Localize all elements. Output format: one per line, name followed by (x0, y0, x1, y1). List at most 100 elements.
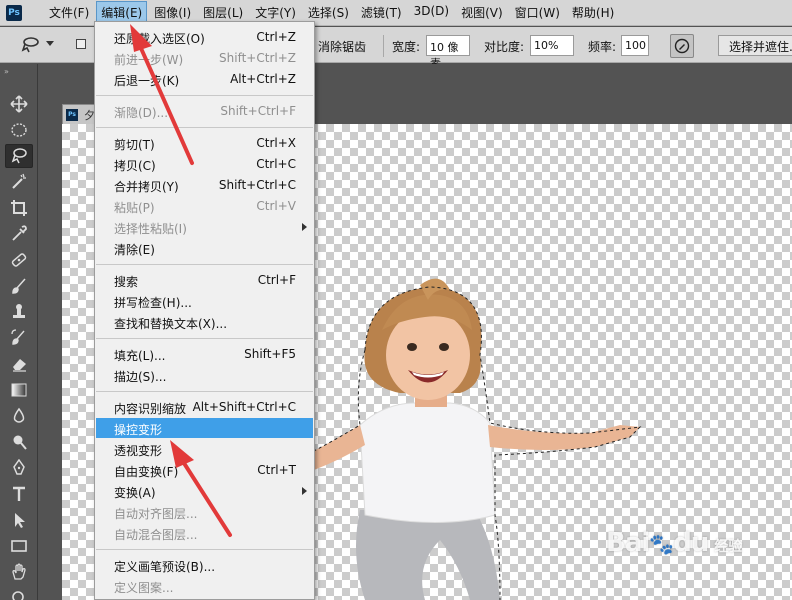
menu-item-9[interactable]: 窗口(W) (510, 1, 565, 24)
new-selection-icon[interactable] (76, 39, 86, 49)
panel-collapse-icon[interactable]: » (4, 67, 9, 76)
contrast-input[interactable]: 10% (530, 35, 574, 56)
menu-item-shortcut: Ctrl+T (257, 463, 296, 477)
gradient-icon (11, 383, 27, 397)
menu-item-shortcut: Shift+Ctrl+F (220, 104, 296, 118)
tool-clone-stamp[interactable] (5, 300, 33, 324)
blur-icon (13, 407, 25, 423)
edit-menu-item-28[interactable]: 定义画笔预设(B)... (96, 555, 313, 575)
healing-brush-icon (11, 253, 27, 267)
menu-item-label: 定义画笔预设(B)... (114, 560, 216, 574)
edit-menu-item-0[interactable]: 还原载入选区(O) Ctrl+Z (96, 27, 313, 47)
tool-dodge[interactable] (5, 430, 33, 454)
frequency-input[interactable]: 100 (621, 35, 649, 56)
edit-menu-item-2[interactable]: 后退一步(K) Alt+Ctrl+Z (96, 69, 313, 89)
select-and-mask-button[interactable]: 选择并遮住... (718, 35, 792, 56)
tool-magic-wand[interactable] (5, 170, 33, 194)
edit-menu-dropdown: 还原载入选区(O) Ctrl+Z 前进一步(W) Shift+Ctrl+Z 后退一步(K… (94, 21, 315, 600)
menu-item-10[interactable]: 帮助(H) (567, 1, 619, 24)
magnetic-lasso-icon[interactable] (20, 36, 40, 54)
tool-blur[interactable] (5, 404, 33, 428)
edit-menu-item-11[interactable]: 清除(E) (96, 238, 313, 258)
edit-menu-item-18[interactable]: 描边(S)... (96, 365, 313, 385)
tool-hand[interactable] (5, 560, 33, 584)
zoom-icon (12, 591, 24, 600)
edit-menu-item-1[interactable]: 前进一步(W) Shift+Ctrl+Z (96, 48, 313, 68)
edit-menu-item-24[interactable]: 变换(A) (96, 481, 313, 501)
edit-menu-item-4[interactable]: 渐隐(D)... Shift+Ctrl+F (96, 101, 313, 121)
tool-healing-brush[interactable] (5, 248, 33, 272)
edit-menu-item-20[interactable]: 内容识别缩放 Alt+Shift+Ctrl+C (96, 397, 313, 417)
menu-item-label: 选择性粘贴(I) (114, 222, 187, 236)
width-input[interactable]: 10 像素 (426, 35, 470, 70)
antialias-label[interactable]: 消除锯齿 (318, 38, 366, 55)
menu-item-shortcut: Ctrl+Z (256, 30, 296, 44)
edit-menu-item-25[interactable]: 自动对齐图层... (96, 502, 313, 522)
watermark-text: Bai (606, 528, 650, 558)
menu-item-0[interactable]: 文件(F) (44, 1, 94, 24)
edit-menu-item-7[interactable]: 拷贝(C) Ctrl+C (96, 154, 313, 174)
menu-item-label: 定义图案... (114, 581, 174, 595)
rectangle-icon (11, 540, 27, 552)
menu-item-7[interactable]: 3D(D) (409, 1, 454, 24)
elliptical-marquee-icon (11, 123, 27, 137)
menu-item-label: 描边(S)... (114, 370, 167, 384)
tool-rectangle[interactable] (5, 534, 33, 558)
edit-menu-item-6[interactable]: 剪切(T) Ctrl+X (96, 133, 313, 153)
menu-item-6[interactable]: 滤镜(T) (356, 1, 407, 24)
edit-menu-item-9[interactable]: 粘贴(P) Ctrl+V (96, 196, 313, 216)
magic-wand-icon (12, 173, 26, 189)
menu-item-label: 拷贝(C) (114, 159, 156, 173)
menu-item-shortcut: Shift+Ctrl+C (218, 178, 296, 192)
tool-crop[interactable] (5, 196, 33, 220)
tool-eyedropper[interactable] (5, 222, 33, 246)
tool-brush[interactable] (5, 274, 33, 298)
menu-item-label: 拼写检查(H)... (114, 296, 192, 310)
menu-item-shortcut: Alt+Ctrl+Z (230, 72, 296, 86)
edit-menu-item-29[interactable]: 定义图案... (96, 576, 313, 596)
menu-item-8[interactable]: 视图(V) (456, 1, 508, 24)
tool-zoom[interactable] (5, 586, 33, 600)
photoshop-logo: Ps (6, 4, 22, 21)
tool-history-brush[interactable] (5, 326, 33, 350)
menu-item-shortcut: Ctrl+V (256, 199, 296, 213)
menu-item-label: 内容识别缩放 (114, 402, 187, 416)
tool-type[interactable] (5, 482, 33, 506)
menu-item-label: 查找和替换文本(X)... (114, 317, 228, 331)
edit-menu-item-13[interactable]: 搜索 Ctrl+F (96, 270, 313, 290)
tool-magnetic-lasso[interactable] (5, 144, 33, 168)
edit-menu-item-26[interactable]: 自动混合图层... (96, 523, 313, 543)
type-icon (13, 486, 25, 501)
tool-gradient[interactable] (5, 378, 33, 402)
options-divider (383, 35, 384, 57)
tool-eraser[interactable] (5, 352, 33, 376)
menu-item-label: 后退一步(K) (114, 74, 180, 88)
brush-icon (12, 278, 26, 294)
edit-menu-item-22[interactable]: 透视变形 (96, 439, 313, 459)
edit-menu-item-14[interactable]: 拼写检查(H)... (96, 291, 313, 311)
frequency-label: 频率: (588, 40, 617, 54)
edit-menu-item-15[interactable]: 查找和替换文本(X)... (96, 312, 313, 332)
tool-path-selection[interactable] (5, 508, 33, 532)
crop-icon (11, 200, 27, 216)
watermark-text-2: du (673, 528, 709, 558)
menu-item-label: 剪切(T) (114, 138, 155, 152)
menu-item-label: 填充(L)... (114, 349, 166, 363)
menu-separator (96, 95, 313, 96)
menu-item-label: 透视变形 (114, 444, 163, 458)
edit-menu-item-8[interactable]: 合并拷贝(Y) Shift+Ctrl+C (96, 175, 313, 195)
edit-menu-item-23[interactable]: 自由变换(F) Ctrl+T (96, 460, 313, 480)
document-ps-icon: Ps (66, 108, 78, 121)
menu-item-label: 自动混合图层... (114, 528, 198, 542)
pen-icon (13, 459, 25, 475)
edit-menu-item-10[interactable]: 选择性粘贴(I) (96, 217, 313, 237)
tool-elliptical-marquee[interactable] (5, 118, 33, 142)
tool-pen[interactable] (5, 456, 33, 480)
tool-move[interactable] (5, 92, 33, 116)
submenu-arrow-icon (302, 487, 307, 495)
edit-menu-item-21[interactable]: 操控变形 (96, 418, 313, 438)
tool-preset-caret-icon[interactable] (46, 41, 54, 46)
menu-item-shortcut: Shift+Ctrl+Z (219, 51, 296, 65)
pen-pressure-button[interactable] (670, 34, 694, 58)
edit-menu-item-17[interactable]: 填充(L)... Shift+F5 (96, 344, 313, 364)
